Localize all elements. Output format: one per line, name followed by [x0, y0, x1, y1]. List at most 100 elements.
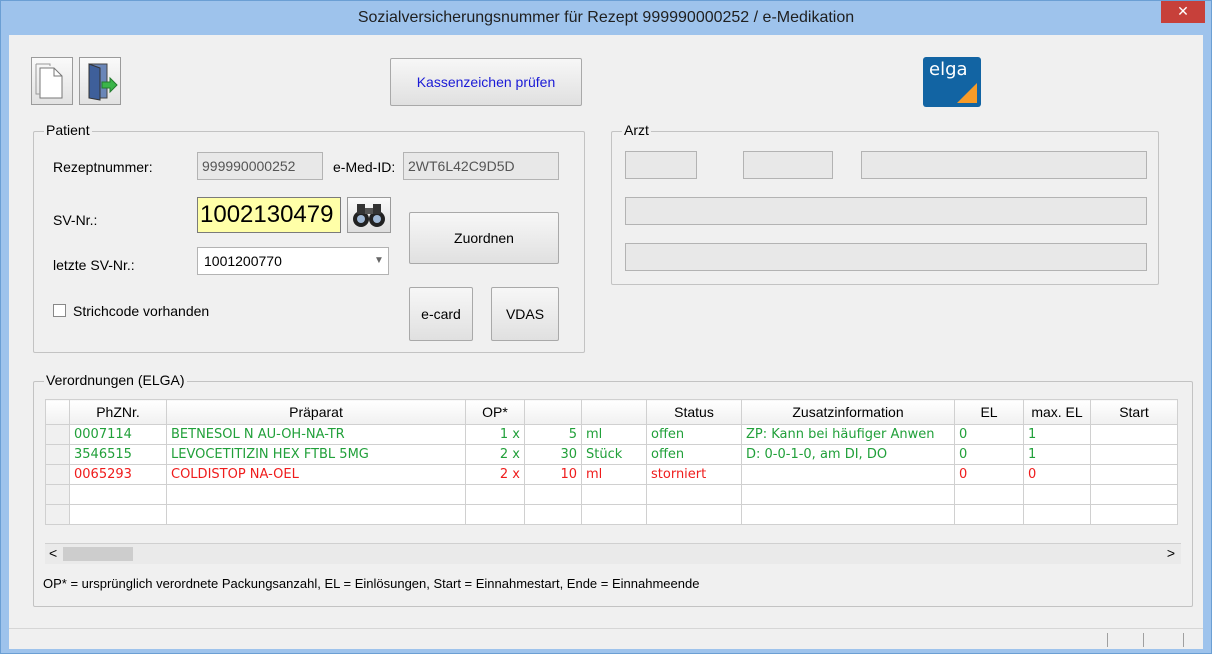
exit-button[interactable]: [79, 57, 121, 105]
search-button[interactable]: [347, 197, 391, 233]
cell-einheit: ml: [581, 424, 647, 445]
row-header-corner: [45, 399, 70, 425]
status-separator: [1183, 633, 1184, 647]
arzt-city-field[interactable]: [625, 243, 1147, 271]
row-header[interactable]: [45, 424, 70, 445]
row-header[interactable]: [45, 444, 70, 465]
cell-einheit: ml: [581, 464, 647, 485]
zuordnen-button[interactable]: Zuordnen: [409, 212, 559, 264]
rezeptnummer-field[interactable]: 999990000252: [197, 152, 323, 180]
cell-start: [1090, 464, 1178, 485]
cell-start: [1090, 444, 1178, 465]
scroll-right-arrow[interactable]: >: [1167, 545, 1175, 561]
cell-phznr: 0065293: [69, 464, 167, 485]
col-menge[interactable]: [524, 399, 582, 425]
sv-nr-input[interactable]: 1002130479: [197, 197, 341, 233]
cell-el: 0: [954, 424, 1024, 445]
col-zusatzinformation[interactable]: Zusatzinformation: [741, 399, 955, 425]
cell-menge: 10: [524, 464, 582, 485]
row-header[interactable]: [45, 464, 70, 485]
col-praeparat[interactable]: Präparat: [166, 399, 466, 425]
table-row[interactable]: 3546515 LEVOCETITIZIN HEX FTBL 5MG 2 x 3…: [45, 444, 1178, 465]
cell-praeparat: COLDISTOP NA-OEL: [166, 464, 466, 485]
cell-el: 0: [954, 464, 1024, 485]
legend-text: OP* = ursprünglich verordnete Packungsan…: [43, 576, 700, 591]
letzte-sv-nr-label: letzte SV-Nr.:: [53, 257, 135, 273]
new-document-button[interactable]: [31, 57, 73, 105]
window-title: Sozialversicherungsnummer für Rezept 999…: [357, 9, 855, 26]
status-separator: [1143, 633, 1144, 647]
col-status[interactable]: Status: [646, 399, 742, 425]
document-icon: [35, 63, 63, 99]
cell-el: 0: [954, 444, 1024, 465]
elga-logo-text: elga: [929, 59, 968, 80]
verordnungen-table[interactable]: PhZNr. Präparat OP* Status Zusatzinforma…: [45, 399, 1178, 525]
rezeptnummer-label: Rezeptnummer:: [53, 159, 153, 175]
ecard-button[interactable]: e-card: [409, 287, 473, 341]
cell-max-el: 1: [1023, 444, 1091, 465]
horizontal-scrollbar[interactable]: < >: [45, 543, 1181, 564]
cell-einheit: Stück: [581, 444, 647, 465]
cell-zusatzinformation: [741, 464, 955, 485]
title-bar[interactable]: Sozialversicherungsnummer für Rezept 999…: [1, 1, 1211, 35]
cell-zusatzinformation: D: 0-0-1-0, am DI, DO: [741, 444, 955, 465]
patient-group-title: Patient: [44, 122, 92, 138]
cell-max-el: 0: [1023, 464, 1091, 485]
cell-praeparat: BETNESOL N AU-OH-NA-TR: [166, 424, 466, 445]
cell-phznr: 3546515: [69, 444, 167, 465]
status-separator: [1107, 633, 1108, 647]
status-bar: [9, 628, 1203, 649]
elga-logo-corner: [957, 83, 977, 103]
col-start[interactable]: Start: [1090, 399, 1178, 425]
binoculars-icon: [353, 204, 385, 227]
col-el[interactable]: EL: [954, 399, 1024, 425]
dialog-window: Sozialversicherungsnummer für Rezept 999…: [0, 0, 1212, 654]
table-row-empty[interactable]: [45, 484, 1178, 505]
cell-phznr: 0007114: [69, 424, 167, 445]
window-border-right: [1203, 35, 1211, 645]
window-border-left: [1, 35, 9, 645]
arzt-firstname-field[interactable]: [743, 151, 833, 179]
letzte-sv-nr-select[interactable]: 1001200770 ▼: [197, 247, 389, 275]
table-row[interactable]: 0065293 COLDISTOP NA-OEL 2 x 10 ml storn…: [45, 464, 1178, 485]
cell-op: 2 x: [465, 444, 525, 465]
table-row-empty[interactable]: [45, 504, 1178, 525]
letzte-sv-nr-value: 1001200770: [204, 253, 282, 269]
arzt-address-field[interactable]: [625, 197, 1147, 225]
vdas-button[interactable]: VDAS: [491, 287, 559, 341]
chevron-down-icon[interactable]: ▼: [370, 248, 388, 274]
row-header[interactable]: [45, 484, 70, 505]
cell-status: offen: [646, 424, 742, 445]
row-header[interactable]: [45, 504, 70, 525]
cell-menge: 30: [524, 444, 582, 465]
cell-op: 2 x: [465, 464, 525, 485]
cell-status: storniert: [646, 464, 742, 485]
col-einheit[interactable]: [581, 399, 647, 425]
arzt-title-field[interactable]: [625, 151, 697, 179]
col-phznr[interactable]: PhZNr.: [69, 399, 167, 425]
exit-door-icon: [88, 63, 118, 101]
col-max-el[interactable]: max. EL: [1023, 399, 1091, 425]
emed-id-field[interactable]: 2WT6L42C9D5D: [403, 152, 559, 180]
cell-max-el: 1: [1023, 424, 1091, 445]
strichcode-label: Strichcode vorhanden: [73, 303, 210, 319]
strichcode-checkbox[interactable]: [53, 304, 66, 317]
table-header-row: PhZNr. Präparat OP* Status Zusatzinforma…: [45, 399, 1178, 425]
scroll-left-arrow[interactable]: <: [49, 545, 57, 561]
cell-praeparat: LEVOCETITIZIN HEX FTBL 5MG: [166, 444, 466, 465]
arzt-lastname-field[interactable]: [861, 151, 1147, 179]
cell-op: 1 x: [465, 424, 525, 445]
scrollbar-thumb[interactable]: [63, 547, 133, 561]
elga-logo: elga: [923, 57, 981, 107]
close-button[interactable]: ✕: [1161, 1, 1205, 23]
cell-status: offen: [646, 444, 742, 465]
sv-nr-label: SV-Nr.:: [53, 212, 98, 228]
cell-menge: 5: [524, 424, 582, 445]
verordnungen-group-title: Verordnungen (ELGA): [44, 372, 187, 388]
arzt-group-title: Arzt: [622, 122, 651, 138]
col-op[interactable]: OP*: [465, 399, 525, 425]
emed-id-label: e-Med-ID:: [333, 159, 396, 175]
kassenzeichen-pruefen-button[interactable]: Kassenzeichen prüfen: [390, 58, 582, 106]
cell-start: [1090, 424, 1178, 445]
table-row[interactable]: 0007114 BETNESOL N AU-OH-NA-TR 1 x 5 ml …: [45, 424, 1178, 445]
